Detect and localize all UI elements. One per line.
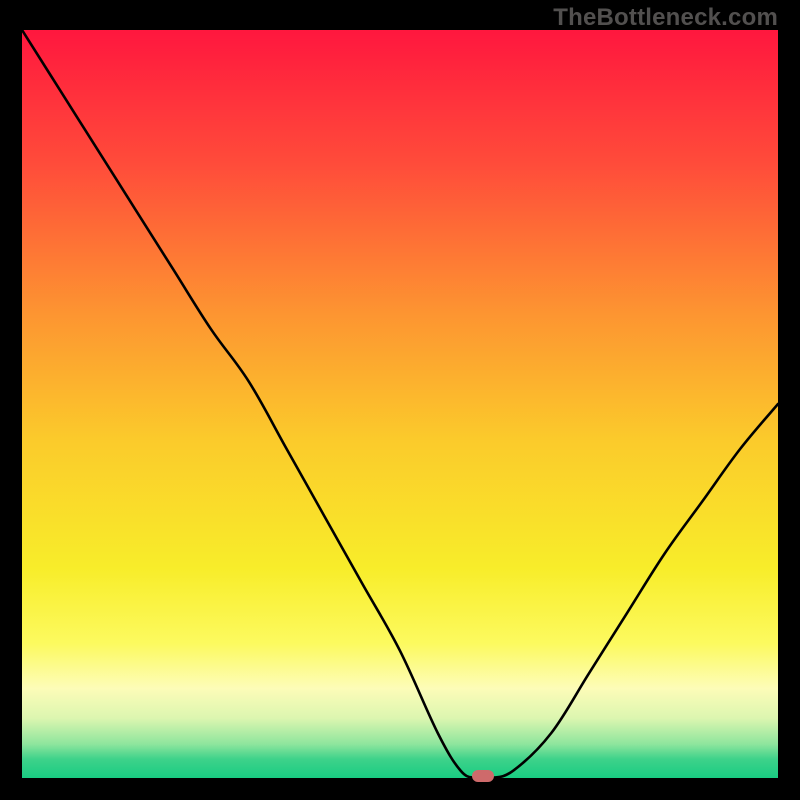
chart-container: TheBottleneck.com xyxy=(0,0,800,800)
optimal-point-marker xyxy=(472,770,494,782)
bottleneck-curve xyxy=(22,30,778,778)
plot-area xyxy=(22,30,778,778)
watermark-label: TheBottleneck.com xyxy=(553,4,778,32)
